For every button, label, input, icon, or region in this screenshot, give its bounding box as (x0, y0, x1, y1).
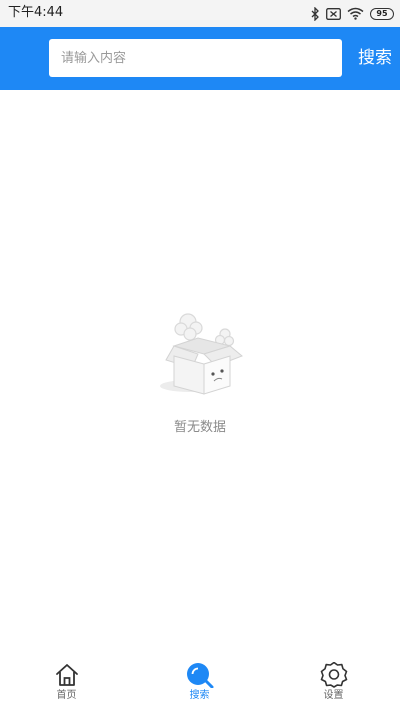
tab-home-label: 首页 (56, 690, 77, 701)
tab-settings[interactable]: 设置 (267, 655, 400, 711)
battery-level: 95 (376, 8, 388, 18)
settings-gear-icon (267, 662, 400, 688)
tab-settings-label: 设置 (323, 690, 344, 701)
status-icons: 95 (311, 5, 394, 22)
sim-off-icon (326, 7, 341, 20)
tab-home[interactable]: 首页 (0, 655, 133, 711)
empty-message: 暂无数据 (173, 420, 226, 435)
tab-search[interactable]: 搜索 (133, 655, 266, 711)
bottom-tab-bar: 首页 搜索 设置 (0, 655, 400, 711)
header-bar: 搜索 (0, 27, 400, 90)
empty-state: 暂无数据 (0, 310, 400, 435)
bluetooth-icon (311, 6, 320, 21)
empty-box-icon (0, 310, 400, 402)
search-button[interactable]: 搜索 (350, 39, 400, 77)
search-icon (133, 662, 266, 688)
home-icon (0, 662, 133, 688)
search-input[interactable] (49, 39, 342, 77)
battery-icon: 95 (370, 7, 394, 20)
wifi-icon (347, 7, 364, 20)
status-time: 下午4:44 (8, 5, 64, 20)
status-bar: 下午4:44 95 (0, 0, 400, 27)
tab-search-label: 搜索 (189, 690, 210, 701)
